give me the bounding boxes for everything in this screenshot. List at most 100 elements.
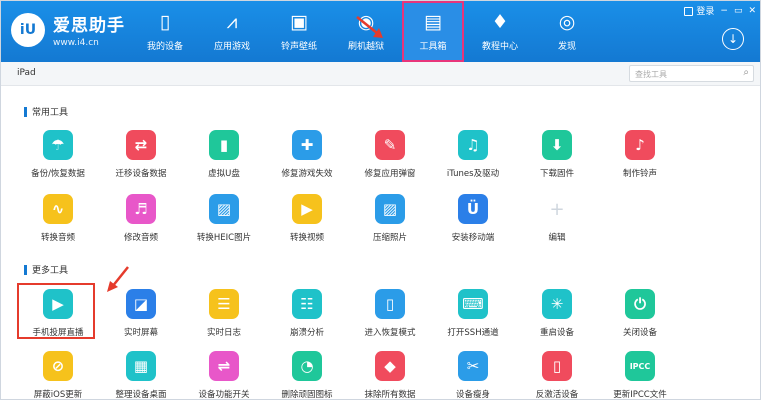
plus-icon: + bbox=[549, 198, 565, 220]
close-button[interactable]: ✕ bbox=[748, 6, 756, 16]
tool-item[interactable]: ▨ 压缩照片 bbox=[350, 194, 430, 243]
nav-item-5[interactable]: ♦ 教程中心 bbox=[469, 1, 531, 62]
tool-item[interactable]: ▶ 转换视频 bbox=[267, 194, 347, 243]
tool-label: 备份/恢复数据 bbox=[31, 169, 85, 179]
tool-label: 打开SSH通道 bbox=[447, 328, 499, 338]
tool-item[interactable]: ⏻ 关闭设备 bbox=[600, 289, 680, 338]
annotation-arrow-icon bbox=[107, 266, 129, 292]
tool-item[interactable]: ▯ 反激活设备 bbox=[517, 351, 597, 400]
ipcc-icon: IPCC bbox=[625, 351, 655, 381]
app-window: iU 爱思助手 www.i4.cn ▯ 我的设备 ⩘ 应用游戏 ▣ 铃声壁纸 ◉ 刷机越狱 ▤ 工… bbox=[0, 0, 761, 400]
tool-label: 重启设备 bbox=[539, 328, 574, 338]
tool-label: 转换视频 bbox=[289, 233, 324, 243]
tool-item[interactable]: ⊘ 屏蔽iOS更新 bbox=[18, 351, 98, 399]
download-arrow-icon: ↓ bbox=[727, 32, 739, 46]
tool-item[interactable]: ⇄ 迁移设备数据 bbox=[101, 130, 181, 179]
tool-label: iTunes及驱动 bbox=[446, 169, 500, 179]
ssh-icon: ⌨ bbox=[458, 289, 488, 319]
tool-item[interactable]: ♬ 修改音频 bbox=[101, 194, 181, 243]
tool-item[interactable]: ∿ 转换音频 bbox=[18, 194, 98, 243]
nav-item-1[interactable]: ⩘ 应用游戏 bbox=[201, 1, 263, 62]
device-bar: iPad 查找工具 ⌕ bbox=[1, 62, 760, 86]
tool-item[interactable]: IPCC 更新IPCC文件 bbox=[600, 351, 680, 400]
highlight-box bbox=[17, 283, 95, 339]
tool-item[interactable]: ⬇ 下载固件 bbox=[517, 130, 597, 179]
tool-label: 更新IPCC文件 bbox=[613, 390, 667, 400]
install-icon: Ü bbox=[458, 194, 488, 224]
login-button[interactable]: 登录 bbox=[678, 4, 714, 17]
tool-item[interactable]: ✚ 修复游戏失效 bbox=[267, 130, 347, 179]
broom-icon: ✂ bbox=[458, 351, 488, 381]
nav-item-0[interactable]: ▯ 我的设备 bbox=[134, 1, 196, 62]
gamepad-icon: ✚ bbox=[292, 130, 322, 160]
device-name: iPad bbox=[17, 68, 36, 78]
edit-audio-icon: ♬ bbox=[126, 194, 156, 224]
tool-item[interactable]: ▯ 进入恢复模式 bbox=[350, 289, 430, 338]
appstore-icon: ⩘ bbox=[226, 11, 238, 33]
tool-item[interactable]: ⇌ 设备功能开关 bbox=[184, 351, 264, 399]
app-name: 爱思助手 bbox=[53, 16, 125, 36]
tool-label: 整理设备桌面 bbox=[115, 390, 167, 400]
tool-label: 修复应用弹窗 bbox=[364, 169, 416, 179]
tool-item[interactable]: ✳ 重启设备 bbox=[517, 289, 597, 338]
search-placeholder: 查找工具 bbox=[635, 70, 667, 79]
tool-label: 修改音频 bbox=[123, 233, 158, 243]
minimize-button[interactable]: − bbox=[720, 6, 728, 16]
nav-label: 我的设备 bbox=[146, 42, 183, 52]
annotation-arrow-icon-top bbox=[356, 16, 383, 38]
video-icon: ▶ bbox=[292, 194, 322, 224]
download-icon: ⬇ bbox=[542, 130, 572, 160]
nav-item-6[interactable]: ◎ 发现 bbox=[536, 1, 598, 62]
tool-item[interactable]: ◪ 实时屏幕 bbox=[101, 289, 181, 338]
block-update-icon: ⊘ bbox=[43, 351, 73, 381]
tool-item[interactable]: + 编辑 bbox=[517, 194, 597, 244]
log-icon: ☰ bbox=[209, 289, 239, 319]
section-more-tools: 更多工具 bbox=[24, 263, 68, 276]
tool-label: 修复游戏失效 bbox=[281, 169, 333, 179]
toolbox-icon: ▤ bbox=[424, 11, 442, 33]
umbrella-icon: ☂ bbox=[43, 130, 73, 160]
app-url: www.i4.cn bbox=[53, 38, 99, 48]
tool-label: 制作铃声 bbox=[622, 169, 657, 179]
download-manager-button[interactable]: ↓ bbox=[722, 28, 744, 50]
music-icon: ♫ bbox=[458, 130, 488, 160]
tool-item[interactable]: ◔ 删除顽固图标 bbox=[267, 351, 347, 400]
tool-label: 安装移动端 bbox=[451, 233, 495, 243]
tool-item[interactable]: ▮ 虚拟U盘 bbox=[184, 130, 264, 179]
tool-item[interactable]: ♪ 制作铃声 bbox=[600, 130, 680, 179]
tool-item[interactable]: ▨ 转换HEIC图片 bbox=[184, 194, 264, 243]
usb-icon: ▮ bbox=[209, 130, 239, 160]
bell-icon: ♪ bbox=[625, 130, 655, 160]
tool-item[interactable]: Ü 安装移动端 bbox=[433, 194, 513, 243]
nav-item-4[interactable]: ▤ 工具箱 bbox=[402, 1, 464, 62]
tool-item[interactable]: ⌨ 打开SSH通道 bbox=[433, 289, 513, 338]
tool-label: 转换HEIC图片 bbox=[196, 233, 252, 243]
tool-item[interactable]: ♫ iTunes及驱动 bbox=[433, 130, 513, 179]
nav-label: 发现 bbox=[557, 42, 576, 52]
deactivate-icon: ▯ bbox=[542, 351, 572, 381]
nav-label: 应用游戏 bbox=[213, 42, 250, 52]
nav-label: 工具箱 bbox=[419, 42, 447, 52]
restore-button[interactable]: ▭ bbox=[734, 6, 743, 16]
tool-item[interactable]: ✂ 设备瘦身 bbox=[433, 351, 513, 400]
tool-label: 设备瘦身 bbox=[455, 390, 490, 400]
nav-item-2[interactable]: ▣ 铃声壁纸 bbox=[268, 1, 330, 62]
tool-label: 删除顽固图标 bbox=[281, 390, 333, 400]
tool-item[interactable]: ▦ 整理设备桌面 bbox=[101, 351, 181, 400]
search-input[interactable]: 查找工具 ⌕ bbox=[629, 65, 754, 82]
tool-label: 虚拟U盘 bbox=[208, 169, 240, 179]
tool-item[interactable]: ✎ 修复应用弹窗 bbox=[350, 130, 430, 179]
tool-item[interactable]: ☰ 实时日志 bbox=[184, 289, 264, 338]
erase-icon: ◆ bbox=[375, 351, 405, 381]
tool-label: 迁移设备数据 bbox=[115, 169, 167, 179]
transfer-icon: ⇄ bbox=[126, 130, 156, 160]
tool-item[interactable]: ☂ 备份/恢复数据 bbox=[18, 130, 98, 179]
tool-label: 实时屏幕 bbox=[123, 328, 158, 338]
tool-item[interactable]: ☷ 崩溃分析 bbox=[267, 289, 347, 338]
tool-label: 压缩照片 bbox=[372, 233, 407, 243]
tool-label: 进入恢复模式 bbox=[364, 328, 416, 338]
tool-item[interactable]: ◆ 抹除所有数据 bbox=[350, 351, 430, 399]
tool-label: 下载固件 bbox=[539, 169, 574, 179]
logo-icon: iU bbox=[11, 12, 45, 47]
tool-label: 反激活设备 bbox=[535, 390, 579, 400]
